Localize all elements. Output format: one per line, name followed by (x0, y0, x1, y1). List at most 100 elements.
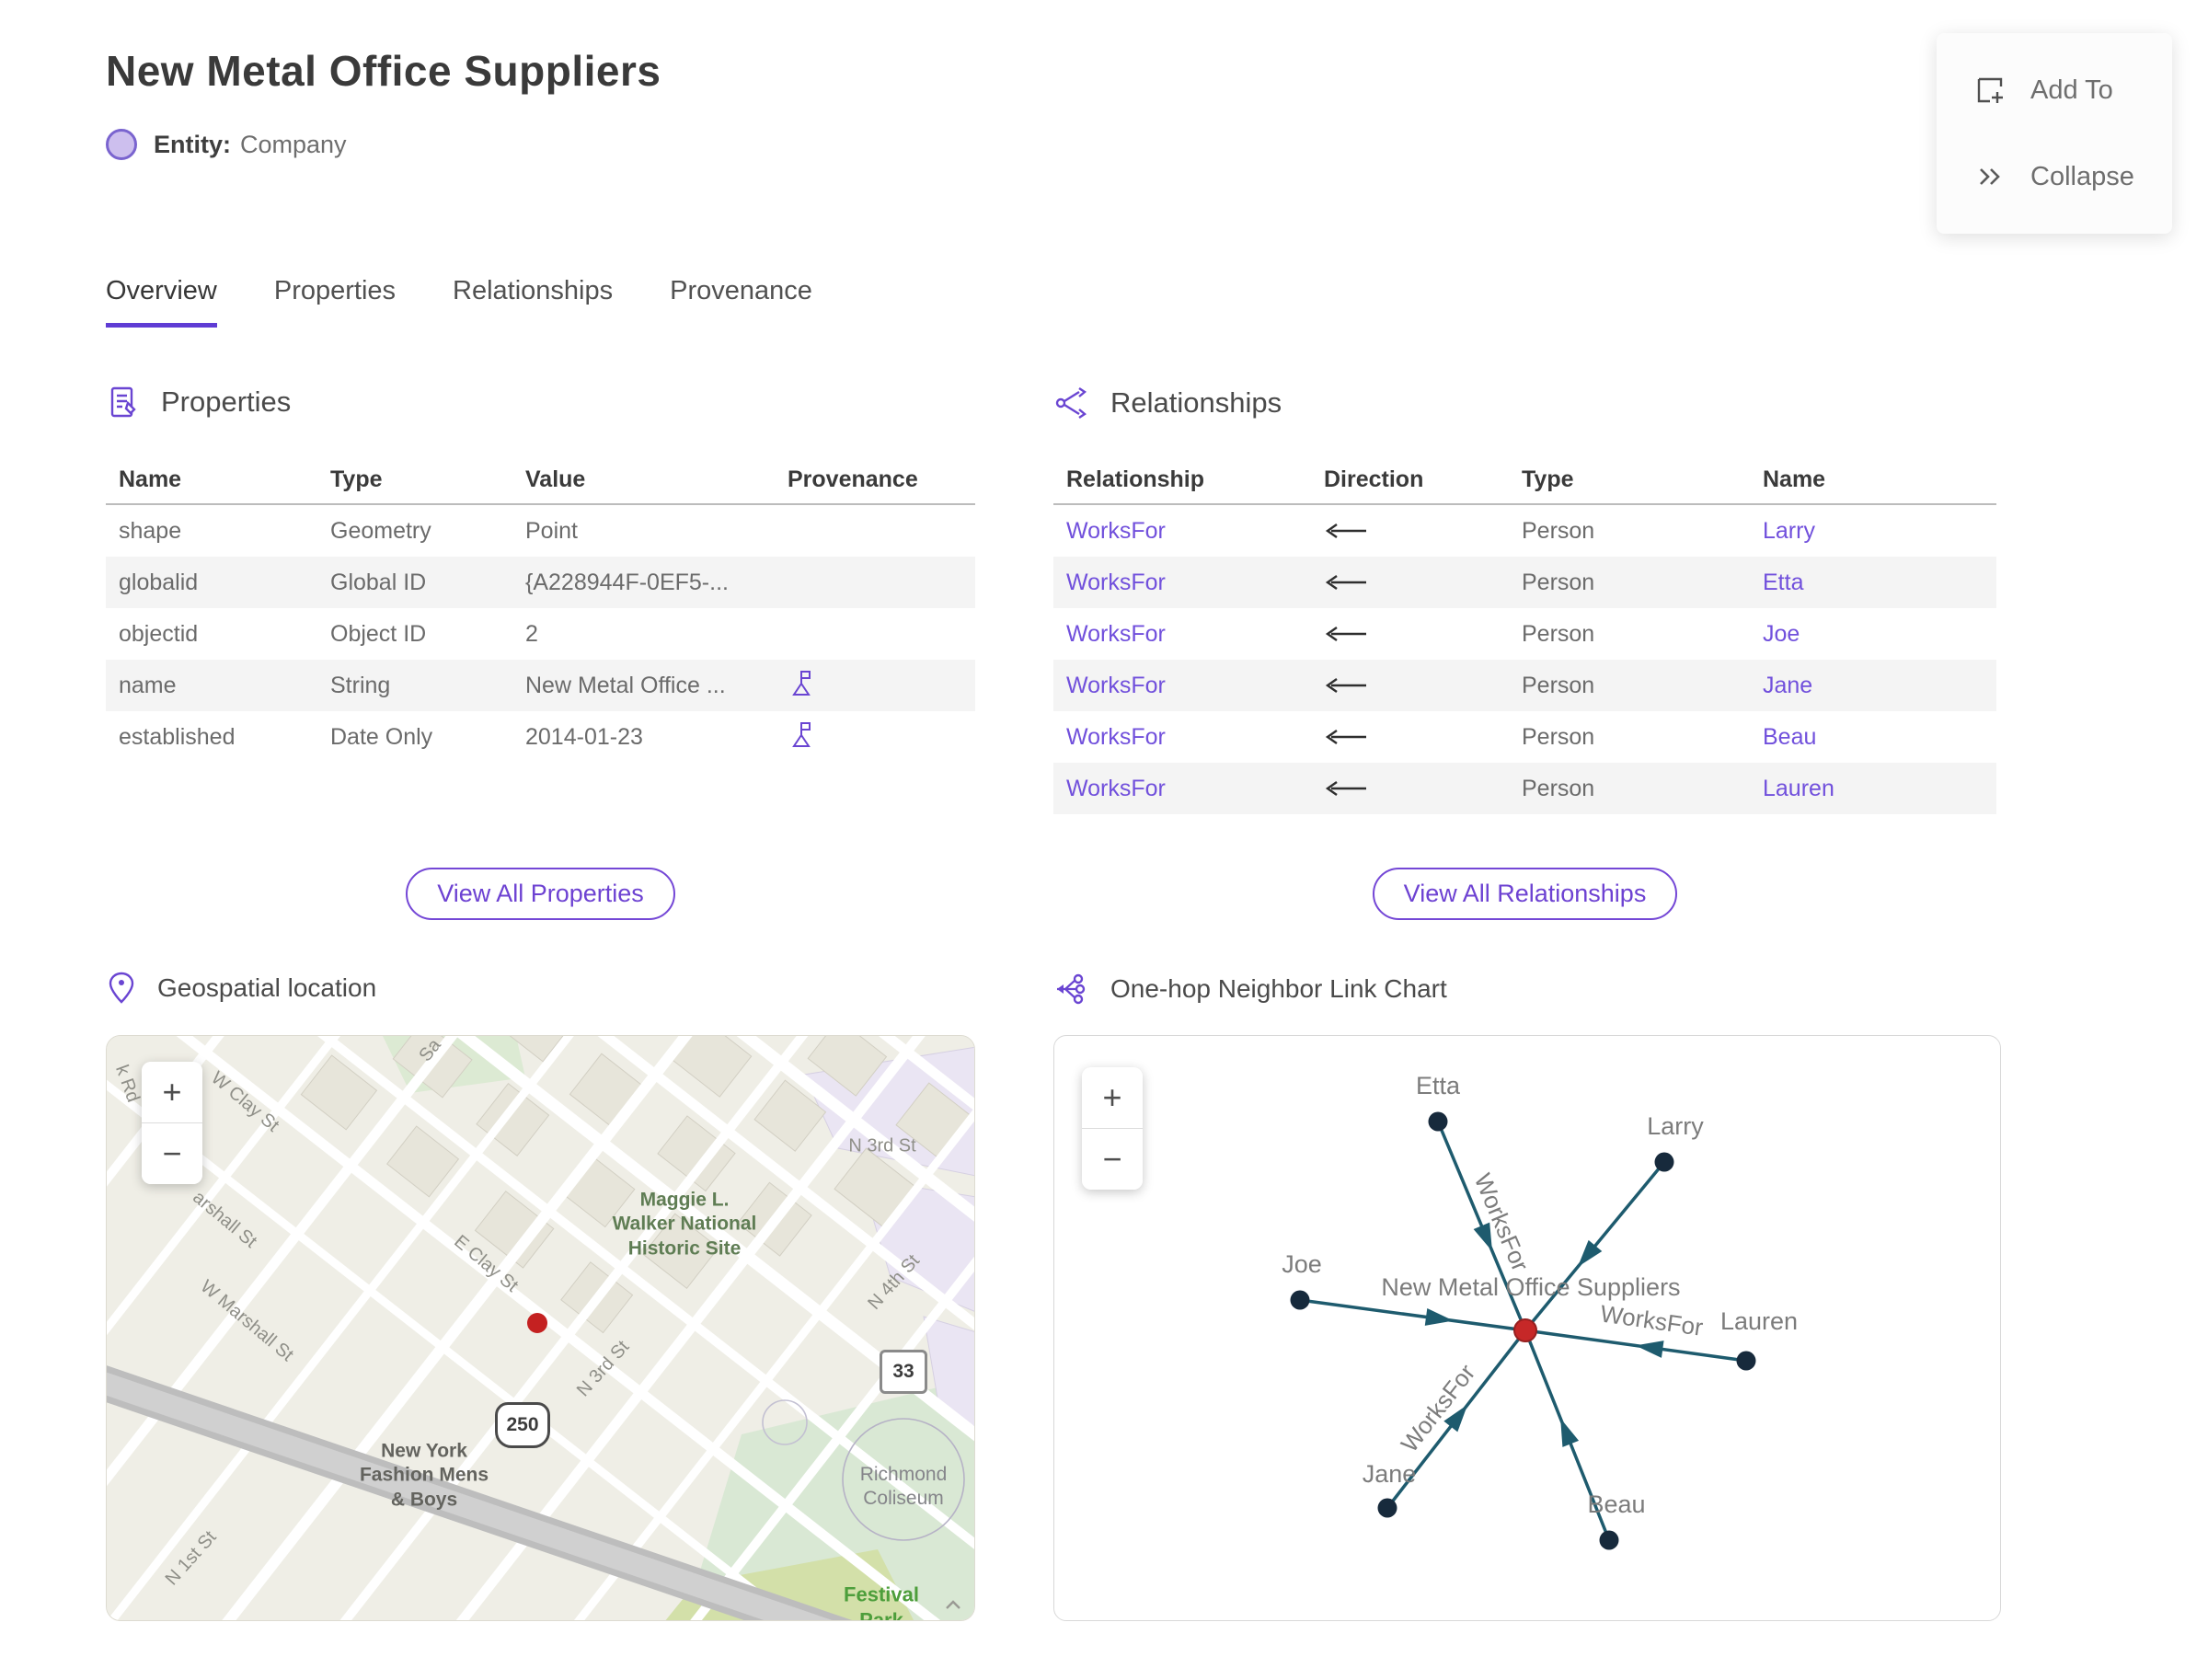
map-label: Maggie L. Walker National Historic Site (612, 1189, 757, 1260)
entity-name-link[interactable]: Beau (1750, 711, 1996, 763)
direction-cell (1311, 763, 1509, 814)
entity-name-link[interactable]: Larry (1750, 504, 1996, 557)
node-larry[interactable] (1654, 1152, 1674, 1172)
map-attribution-toggle-icon[interactable] (939, 1593, 967, 1617)
map-label: N 3rd St (572, 1337, 634, 1401)
provenance-empty-cell (775, 608, 975, 660)
property-type-cell: Global ID (317, 557, 512, 608)
relationships-section-header: Relationships (1053, 385, 1282, 421)
node-etta[interactable] (1428, 1111, 1448, 1132)
properties-icon (106, 385, 141, 420)
relationship-row: WorksFor Person Joe (1053, 608, 1996, 660)
node-lauren[interactable] (1736, 1351, 1756, 1371)
relationship-link[interactable]: WorksFor (1053, 504, 1311, 557)
relationship-link[interactable]: WorksFor (1053, 608, 1311, 660)
node-label: Lauren (1720, 1307, 1798, 1335)
collapse-button[interactable]: Collapse (1973, 160, 2172, 193)
action-card: Add To Collapse (1937, 33, 2172, 234)
edge-label: WorksFor (1599, 1299, 1706, 1341)
center-node[interactable] (1513, 1318, 1537, 1342)
property-name-cell: globalid (106, 557, 317, 608)
edge-joe[interactable] (1299, 1298, 1526, 1332)
map-zoom-in-button[interactable]: + (142, 1062, 202, 1123)
column-header: Name (1750, 455, 1996, 505)
map-label: W Clay St (207, 1067, 283, 1136)
edge-arrowhead (1560, 1418, 1580, 1447)
provenance-flag-icon[interactable] (775, 711, 975, 763)
relationship-link[interactable]: WorksFor (1053, 660, 1311, 711)
property-type-cell: Object ID (330, 620, 427, 647)
relationship-link[interactable]: WorksFor (1053, 763, 1311, 814)
tab-relationships[interactable]: Relationships (453, 276, 613, 328)
chart-zoom-in-button[interactable]: + (1082, 1067, 1143, 1129)
chart-zoom-control: + − (1082, 1067, 1143, 1190)
map-labels-layer: k Rd W Clay St Sa N 3rd St N 4th St Maggie L.… (107, 1035, 974, 1620)
map-label: arshall St (189, 1187, 261, 1252)
relationship-row: WorksFor Person Beau (1053, 711, 1996, 763)
entity-name-link[interactable]: Lauren (1750, 763, 1996, 814)
type-cell: Person (1522, 723, 1595, 750)
entity-name-link[interactable]: Jane (1750, 660, 1996, 711)
relationship-row: WorksFor Person Larry (1053, 504, 1996, 557)
incoming-direction-arrow-icon (1325, 575, 1366, 590)
map-label: N 4th St (864, 1250, 924, 1314)
view-all-relationships-button[interactable]: View All Relationships (1372, 868, 1678, 920)
direction-cell (1311, 660, 1509, 711)
center-node-label: New Metal Office Suppliers (1381, 1273, 1680, 1301)
tab-bar: Overview Properties Relationships Provenanc… (106, 276, 812, 328)
chart-zoom-out-button[interactable]: − (1082, 1129, 1143, 1190)
map-label: Richmond Coliseum (859, 1463, 948, 1509)
add-to-button[interactable]: Add To (1973, 74, 2172, 107)
map-label: E Clay St (450, 1231, 523, 1296)
direction-cell (1311, 608, 1509, 660)
entity-name-link[interactable]: Joe (1750, 608, 1996, 660)
link-chart-section-title: One-hop Neighbor Link Chart (1110, 974, 1447, 1003)
page-title: New Metal Office Suppliers (106, 47, 661, 95)
entity-row: Entity: Company (106, 129, 347, 160)
relationship-row: WorksFor Person Lauren (1053, 763, 1996, 814)
type-cell: Person (1509, 660, 1750, 711)
relationship-link[interactable]: WorksFor (1053, 711, 1311, 763)
node-beau[interactable] (1599, 1530, 1619, 1550)
property-row: established Date Only 2014-01-23 (106, 711, 975, 763)
property-row: objectid Object ID 2 (106, 608, 975, 660)
relationship-link[interactable]: WorksFor (1053, 557, 1311, 608)
map-zoom-control: + − (142, 1062, 202, 1184)
type-cell: Person (1522, 517, 1595, 544)
map-label: N 3rd St (848, 1135, 916, 1156)
property-row: globalid Global ID {A228944F-0EF5-... (106, 557, 975, 608)
view-all-relationships-wrap: View All Relationships (1053, 868, 1996, 920)
relationships-section-title: Relationships (1110, 386, 1282, 419)
direction-cell (1311, 711, 1509, 763)
property-type-cell: Geometry (330, 517, 431, 544)
node-jane[interactable] (1377, 1498, 1397, 1518)
edge-arrowhead (1635, 1341, 1664, 1358)
view-all-properties-button[interactable]: View All Properties (406, 868, 675, 920)
map-zoom-out-button[interactable]: − (142, 1123, 202, 1184)
geospatial-map[interactable]: + − k Rd W Clay St Sa N 3rd St N 4th St Maggi… (106, 1035, 975, 1621)
property-value-cell: Point (525, 517, 578, 544)
properties-table: Name Type Value Provenance shape Geometry Poi… (106, 455, 975, 763)
property-name-cell: shape (119, 517, 182, 544)
entity-name-link[interactable]: Etta (1750, 557, 1996, 608)
tab-properties[interactable]: Properties (274, 276, 396, 328)
collapse-label: Collapse (2030, 161, 2134, 191)
provenance-empty-cell (775, 504, 975, 557)
tab-overview[interactable]: Overview (106, 276, 217, 328)
node-joe[interactable] (1290, 1290, 1310, 1310)
node-label: Beau (1587, 1490, 1645, 1518)
column-header: Type (317, 455, 512, 505)
column-header: Relationship (1053, 455, 1311, 505)
type-cell: Person (1522, 620, 1595, 647)
incoming-direction-arrow-icon (1325, 524, 1366, 538)
link-chart-section-header: One-hop Neighbor Link Chart (1053, 971, 1447, 1007)
column-header: Value (512, 455, 775, 505)
map-label: Sa (415, 1035, 445, 1066)
incoming-direction-arrow-icon (1325, 730, 1366, 744)
provenance-flag-icon[interactable] (775, 660, 975, 711)
add-to-label: Add To (2030, 75, 2113, 105)
one-hop-link-chart-icon (1053, 971, 1090, 1007)
geospatial-section-header: Geospatial location (106, 971, 376, 1006)
one-hop-link-chart[interactable]: WorksFor WorksFor WorksFor Etta Larry Joe Laur… (1053, 1035, 2001, 1621)
tab-provenance[interactable]: Provenance (670, 276, 812, 328)
